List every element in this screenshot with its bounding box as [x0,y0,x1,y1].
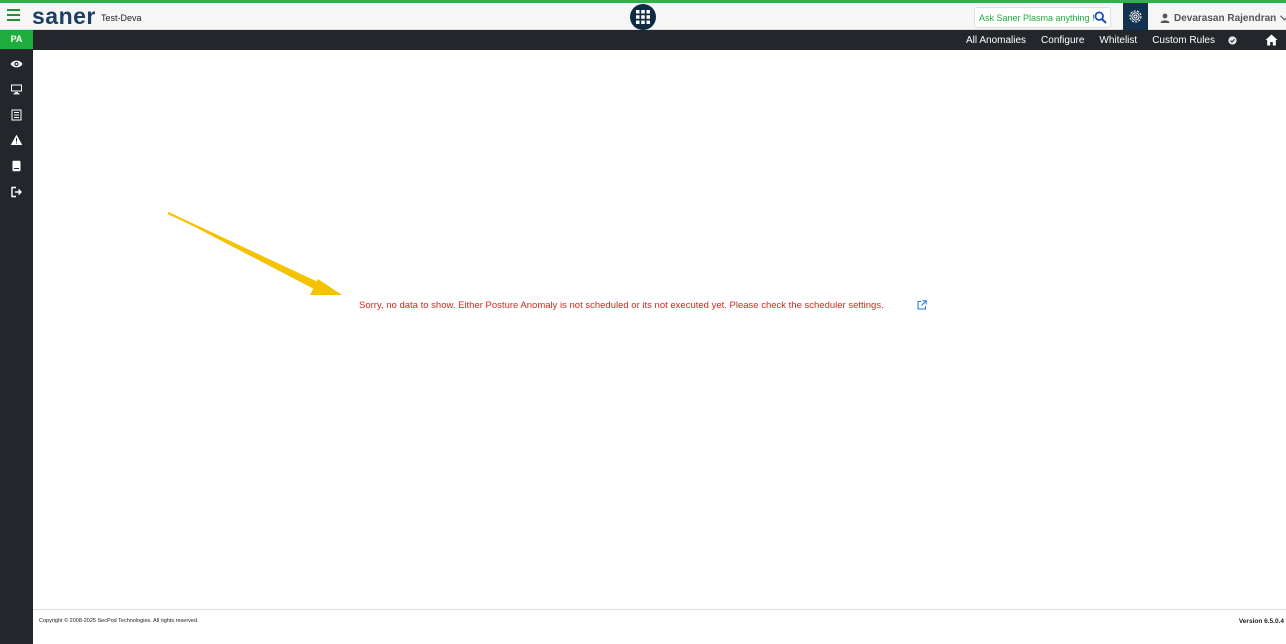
posture-anomaly-badge[interactable]: PA [0,30,33,49]
nav-custom-rules[interactable]: Custom Rules [1152,35,1215,46]
gear-icon [1129,10,1142,23]
external-link-icon[interactable] [917,300,927,310]
user-menu[interactable]: Devarasan Rajendran [1160,11,1286,25]
pointer-arrow-icon [167,212,342,295]
home-icon[interactable] [1265,34,1278,46]
list-icon[interactable] [10,109,23,121]
user-icon [1160,13,1170,23]
nav-whitelist[interactable]: Whitelist [1099,35,1137,46]
chevron-down-icon [1280,15,1286,21]
ask-plasma-box[interactable]: Ask Saner Plasma anything ! [974,7,1111,28]
search-icon[interactable] [1094,11,1107,24]
top-header: saner Test-Deva Ask Saner Plasma anythin… [0,3,1286,30]
grid-icon [636,10,650,24]
nav-configure[interactable]: Configure [1041,35,1084,46]
app-window: saner Test-Deva Ask Saner Plasma anythin… [0,0,1286,644]
copyright-text: Copyright © 2008-2025 SecPod Technologie… [39,618,199,624]
user-name: Devarasan Rajendran [1174,12,1277,24]
app-grid-button[interactable] [630,4,656,30]
warning-icon[interactable] [10,134,23,146]
no-data-message: Sorry, no data to show. Either Posture A… [359,300,884,311]
page-footer: Copyright © 2008-2025 SecPod Technologie… [33,609,1286,644]
settings-button[interactable] [1123,3,1148,30]
hamburger-menu-icon[interactable] [7,9,20,22]
nav-all-anomalies[interactable]: All Anomalies [966,35,1026,46]
logout-icon[interactable] [10,186,23,198]
tenant-name[interactable]: Test-Deva [101,13,142,23]
book-icon[interactable] [10,160,23,172]
left-sidebar: PA [0,30,33,644]
eye-icon[interactable] [10,58,23,70]
monitor-icon[interactable] [10,83,23,95]
module-navbar: All Anomalies Configure Whitelist Custom… [33,30,1286,50]
check-circle-icon[interactable] [1228,35,1237,45]
version-text: Version 6.5.0.4 [1238,618,1284,625]
saner-logo[interactable]: saner [32,5,96,28]
ask-plasma-label: Ask Saner Plasma anything [979,13,1090,23]
